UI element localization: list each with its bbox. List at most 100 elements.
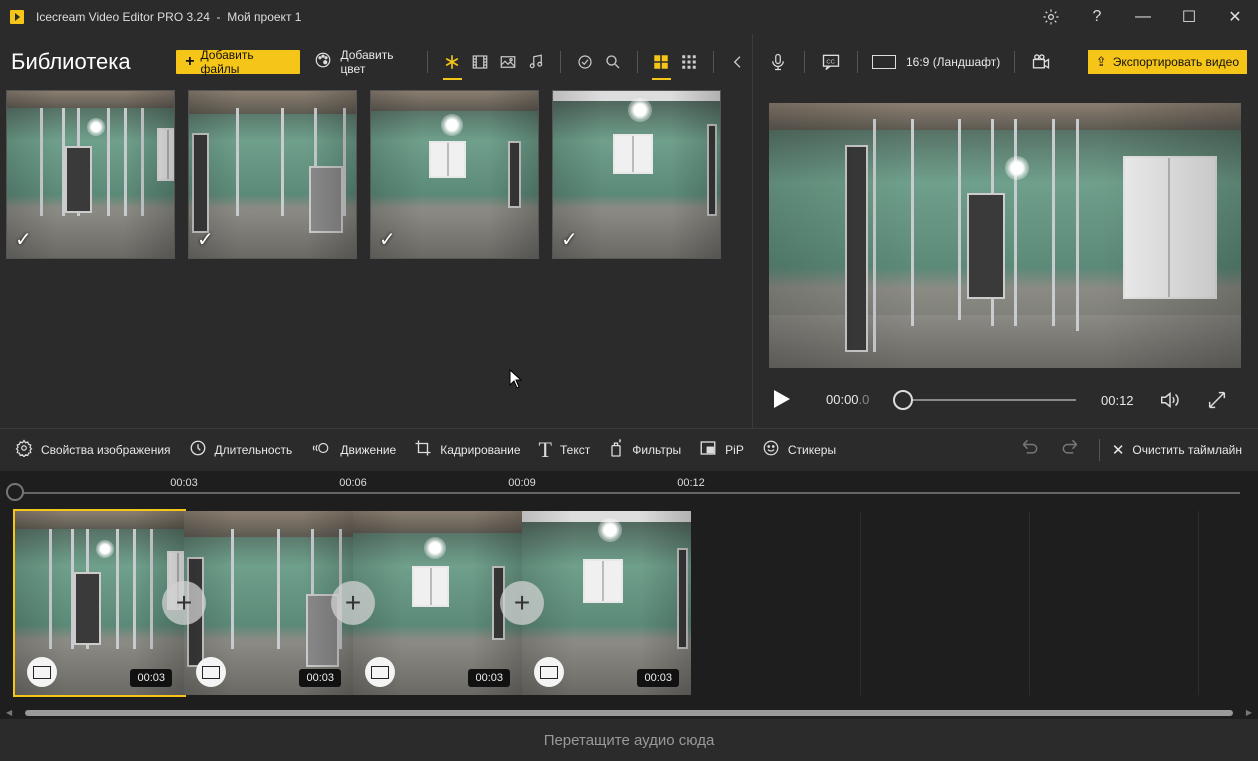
pip-label: PiP	[725, 443, 744, 457]
timeline-clip[interactable]: 00:03	[184, 511, 353, 695]
fullscreen-expand-icon[interactable]	[1206, 389, 1228, 417]
stickers-button[interactable]: Стикеры	[762, 439, 836, 462]
library-item[interactable]: ✓	[370, 90, 539, 259]
scroll-left-arrow-icon[interactable]: ◀	[6, 708, 12, 717]
crop-icon	[414, 439, 432, 462]
minimize-button[interactable]: —	[1120, 0, 1166, 34]
clip-duration: 00:03	[130, 669, 172, 687]
media-thumbnail	[7, 91, 174, 258]
timeline-clip[interactable]: 00:03	[353, 511, 522, 695]
library-item[interactable]: ✓	[188, 90, 357, 259]
grid-line	[1198, 511, 1199, 695]
image-properties-button[interactable]: Свойства изображения	[15, 438, 171, 462]
media-thumbnail	[189, 91, 356, 258]
microphone-icon[interactable]	[752, 52, 804, 72]
selected-check-icon: ✓	[561, 229, 578, 251]
clip-fit-mode-icon[interactable]	[196, 657, 226, 687]
collapse-chevron-left-icon[interactable]	[724, 53, 752, 71]
selected-check-icon: ✓	[379, 229, 396, 251]
add-files-label: Добавить файлы	[200, 48, 254, 76]
image-properties-label: Свойства изображения	[41, 443, 171, 457]
library-item[interactable]: ✓	[552, 90, 721, 259]
ruler-tick-label: 00:12	[677, 477, 705, 489]
motion-label: Движение	[340, 443, 397, 457]
seek-handle[interactable]	[893, 390, 913, 410]
aspect-ratio-selector[interactable]: 16:9 (Ландшафт)	[858, 55, 1014, 69]
app-logo-icon	[10, 10, 24, 24]
clip-duration: 00:03	[637, 669, 679, 687]
filters-label: Фильтры	[632, 443, 682, 457]
volume-speaker-icon[interactable]	[1158, 389, 1182, 416]
search-icon[interactable]	[599, 53, 627, 71]
toolbar-divider	[559, 51, 561, 73]
selected-check-icon: ✓	[197, 229, 214, 251]
close-x-icon: ✕	[1111, 442, 1125, 459]
aspect-ratio-icon	[872, 55, 896, 69]
toolbar-divider	[427, 51, 429, 73]
add-transition-button[interactable]: +	[162, 581, 206, 625]
seek-bar[interactable]	[895, 399, 1076, 401]
text-button[interactable]: T Текст	[539, 437, 591, 463]
window-controls: ? — ☐ ✕	[1028, 0, 1258, 34]
palette-icon	[314, 51, 332, 74]
smiley-icon	[762, 439, 780, 462]
close-button[interactable]: ✕	[1212, 0, 1258, 34]
filter-used-check-icon[interactable]	[571, 53, 599, 71]
clear-timeline-button[interactable]: ✕ Очистить таймлайн	[1112, 441, 1242, 459]
motion-button[interactable]: Движение	[310, 439, 396, 462]
add-color-button[interactable]: Добавить цвет	[314, 48, 417, 76]
crop-label: Кадрирование	[440, 443, 521, 457]
duration-button[interactable]: Длительность	[189, 439, 292, 462]
crop-button[interactable]: Кадрирование	[414, 439, 521, 462]
timeline-clip[interactable]: 00:03	[13, 509, 186, 697]
stickers-label: Стикеры	[787, 443, 837, 457]
scrollbar-thumb[interactable]	[25, 710, 1233, 716]
filter-all-star-icon[interactable]	[438, 53, 466, 80]
filter-video-icon[interactable]	[466, 53, 494, 71]
preview-frame	[769, 103, 1241, 368]
help-button[interactable]: ?	[1074, 0, 1120, 34]
plus-icon: +	[185, 53, 195, 70]
add-color-label: Добавить цвет	[340, 48, 394, 76]
clip-fit-mode-icon[interactable]	[534, 657, 564, 687]
ruler-tick-label: 00:06	[339, 477, 367, 489]
timeline-scrollbar[interactable]: ◀ ▶	[0, 707, 1258, 719]
audio-drop-zone[interactable]: Перетащите аудио сюда	[0, 719, 1258, 761]
playhead-handle[interactable]	[6, 483, 24, 501]
settings-gear-icon[interactable]	[1028, 0, 1074, 34]
text-t-icon: T	[538, 437, 552, 462]
add-files-button[interactable]: + Добавить файлы	[176, 48, 301, 76]
panel-divider	[752, 34, 753, 428]
pip-button[interactable]: PiP	[699, 439, 744, 462]
grid-line	[860, 511, 861, 695]
subtitles-cc-icon[interactable]: CC	[805, 52, 857, 72]
toolbar-divider	[713, 51, 715, 73]
export-video-button[interactable]: ⇪ Экспортировать видео	[1087, 50, 1247, 74]
redo-icon[interactable]	[1059, 437, 1081, 463]
clip-duration: 00:03	[299, 669, 341, 687]
undo-icon[interactable]	[1019, 437, 1041, 463]
clock-icon	[189, 439, 207, 462]
maximize-button[interactable]: ☐	[1166, 0, 1212, 34]
filter-image-icon[interactable]	[494, 53, 522, 71]
filters-button[interactable]: Фильтры	[608, 438, 681, 463]
video-camera-icon[interactable]	[1015, 52, 1067, 72]
ruler-tick-label: 00:03	[170, 477, 198, 489]
svg-text:CC: CC	[826, 59, 834, 65]
timeline-clip[interactable]: 00:03	[522, 511, 691, 695]
clear-timeline-label: Очистить таймлайн	[1132, 443, 1242, 457]
clip-fit-mode-icon[interactable]	[365, 657, 395, 687]
scroll-right-arrow-icon[interactable]: ▶	[1246, 708, 1252, 717]
aspect-ratio-label: 16:9 (Ландшафт)	[906, 55, 1001, 69]
add-transition-button[interactable]: +	[331, 581, 375, 625]
add-transition-button[interactable]: +	[500, 581, 544, 625]
play-icon[interactable]	[774, 390, 790, 408]
filter-audio-music-icon[interactable]	[522, 53, 550, 71]
toolbar-divider	[636, 51, 638, 73]
library-item[interactable]: ✓	[6, 90, 175, 259]
library-toolbar: Библиотека + Добавить файлы Добавить цве…	[0, 40, 752, 84]
clip-fit-mode-icon[interactable]	[27, 657, 57, 687]
view-large-grid-icon[interactable]	[647, 53, 675, 80]
audio-drop-label: Перетащите аудио сюда	[543, 731, 715, 749]
view-small-grid-icon[interactable]	[675, 53, 703, 71]
